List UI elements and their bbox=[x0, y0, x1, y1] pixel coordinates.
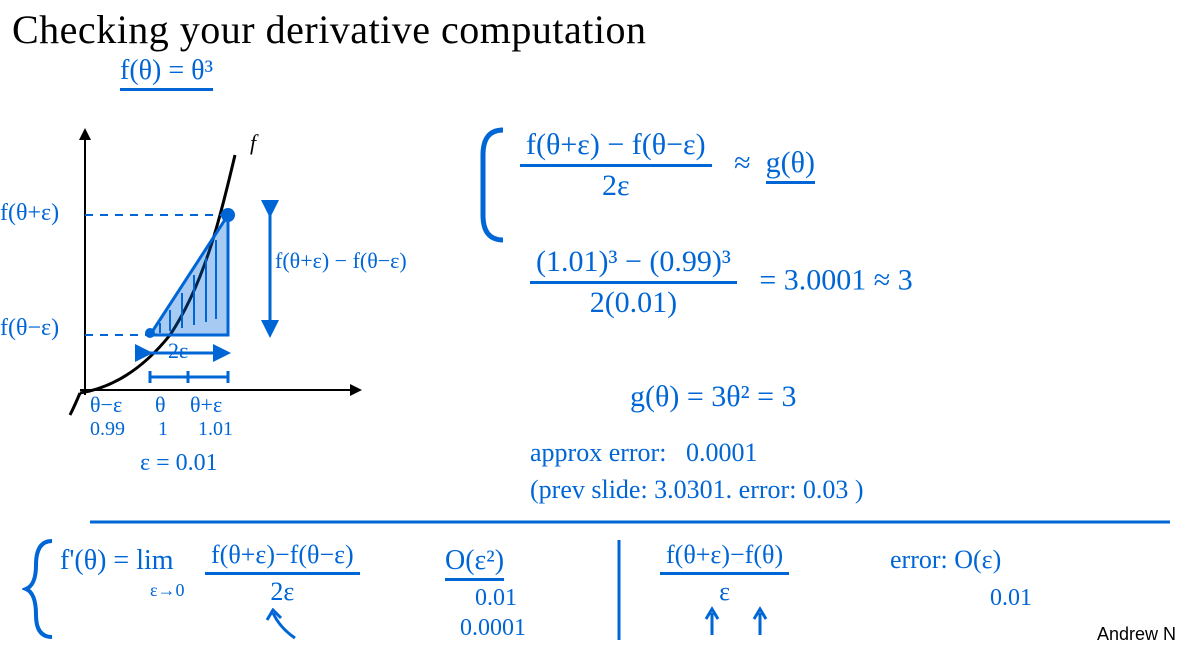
y-axis-label-bottom: f(θ−ε) bbox=[0, 315, 59, 342]
one-sided-fraction: f(θ+ε)−f(θ) ε bbox=[660, 540, 789, 607]
curve-label-f: f bbox=[250, 130, 256, 156]
y-axis-label-top: f(θ+ε) bbox=[0, 200, 59, 227]
one-sided-error: error: O(ε) bbox=[890, 545, 1001, 575]
divider bbox=[90, 518, 1170, 528]
limit-fraction: f(θ+ε)−f(θ−ε) 2ε bbox=[205, 540, 360, 607]
g-evaluated: g(θ) = 3θ² = 3 bbox=[630, 380, 797, 414]
height-diff-label: f(θ+ε) − f(θ−ε) bbox=[275, 248, 407, 274]
limit-subscript: ε→0 bbox=[150, 580, 185, 601]
epsilon-value: ε = 0.01 bbox=[140, 450, 218, 477]
two-sided-diff-formula: f(θ+ε) − f(θ−ε) 2ε ≈ g(θ) bbox=[520, 128, 815, 203]
numeric-calculation: (1.01)³ − (0.99)³ 2(0.01) = 3.0001 ≈ 3 bbox=[530, 245, 913, 320]
x-tick-theta: θ bbox=[155, 392, 166, 418]
left-bracket-icon bbox=[475, 125, 515, 245]
oe2-val2: 0.0001 bbox=[460, 615, 526, 642]
page-title: Checking your derivative computation bbox=[12, 6, 647, 53]
x-val-3: 1.01 bbox=[198, 418, 233, 441]
one-sided-error-val: 0.01 bbox=[990, 585, 1032, 612]
attribution: Andrew N bbox=[1097, 624, 1176, 645]
x-tick-theta-minus: θ−ε bbox=[90, 392, 122, 418]
width-2eps-label: 2ε bbox=[168, 338, 188, 364]
x-val-2: 1 bbox=[158, 418, 168, 441]
arrows-up-icon bbox=[700, 605, 820, 645]
limit-definition: f'(θ) = lim bbox=[60, 545, 174, 577]
previous-slide-note: (prev slide: 3.0301. error: 0.03 ) bbox=[530, 475, 864, 505]
x-tick-theta-plus: θ+ε bbox=[190, 392, 222, 418]
arrow-up-icon bbox=[255, 608, 315, 648]
x-val-1: 0.99 bbox=[90, 418, 125, 441]
oe2-val1: 0.01 bbox=[475, 585, 517, 612]
function-definition: f(θ) = θ³ bbox=[120, 55, 213, 91]
brace-icon bbox=[22, 535, 62, 645]
order-eps-squared: O(ε²) bbox=[445, 545, 504, 581]
vertical-divider bbox=[615, 540, 625, 640]
approx-error-line: approx error: 0.0001 bbox=[530, 438, 757, 468]
